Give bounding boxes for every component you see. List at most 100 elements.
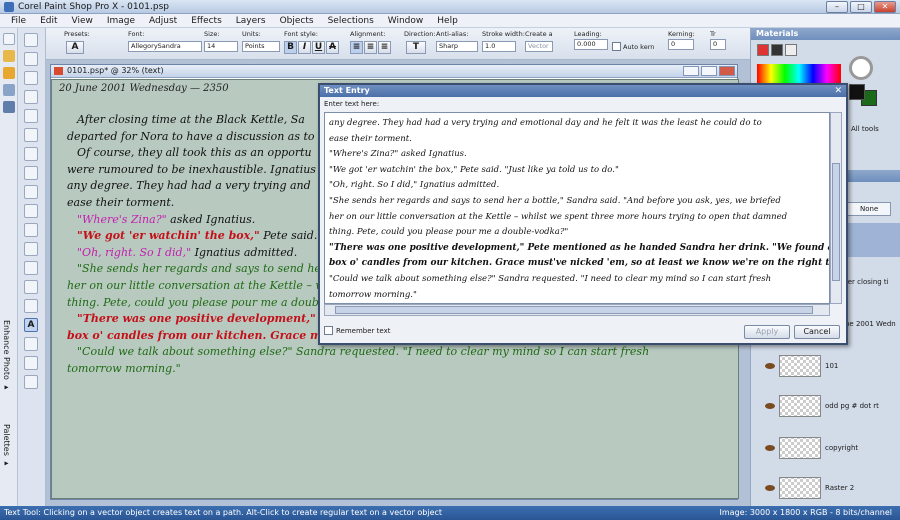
layer-row[interactable]: Raster 2 (765, 470, 900, 506)
horizontal-scroll-thumb[interactable] (335, 306, 813, 314)
presets-button[interactable]: A (66, 41, 84, 54)
pan-tool-icon[interactable] (24, 33, 38, 47)
enhance-photo-tab[interactable]: Enhance Photo ▸ (2, 320, 11, 391)
vertical-scroll-thumb[interactable] (832, 163, 840, 281)
align-left-icon[interactable]: ≡ (350, 41, 363, 54)
canvas-text-line: tomorrow morning." (67, 361, 181, 375)
menu-help[interactable]: Help (430, 16, 465, 26)
menu-adjust[interactable]: Adjust (142, 16, 184, 26)
doc-close-button[interactable] (719, 66, 735, 76)
visibility-eye-icon[interactable] (765, 485, 775, 491)
paint-brush-icon[interactable] (24, 223, 38, 237)
eraser-icon[interactable] (24, 280, 38, 294)
direction-button[interactable]: T (406, 41, 426, 54)
dodge-brush-icon[interactable] (24, 261, 38, 275)
dialog-close-icon[interactable]: ✕ (834, 85, 842, 97)
layer-blend-select[interactable]: None (847, 202, 891, 216)
layer-thumbnail (779, 437, 821, 459)
underline-button[interactable]: U (312, 41, 325, 54)
tracking-input[interactable]: 0 (710, 39, 726, 50)
text-entry-area[interactable]: any degree. They had had a very trying a… (324, 112, 830, 304)
visibility-eye-icon[interactable] (765, 445, 775, 451)
minimize-button[interactable]: – (826, 1, 848, 13)
stroke-width-input[interactable]: 1.0 (482, 41, 516, 52)
visibility-eye-icon[interactable] (765, 403, 775, 409)
layer-row[interactable]: 101 (765, 348, 900, 384)
layer-row[interactable]: odd pg # dot rt (765, 388, 900, 424)
doc-maximize-button[interactable] (701, 66, 717, 76)
remember-text-checkbox[interactable] (324, 326, 333, 335)
tools-toolbar: A (18, 28, 46, 506)
folder-icon[interactable] (3, 50, 15, 62)
rectangle-tool-icon[interactable] (24, 337, 38, 351)
no-style-icon[interactable] (849, 56, 873, 80)
status-image-info: Image: 3000 x 1800 x RGB - 8 bits/channe… (719, 508, 892, 517)
layer-row[interactable]: copyright (765, 430, 900, 466)
vertical-scrollbar[interactable] (830, 112, 842, 304)
zoom-tool-icon[interactable] (24, 52, 38, 66)
canvas-text-line: "Could we talk about something else?" Sa… (77, 345, 650, 359)
visibility-eye-icon[interactable] (765, 363, 775, 369)
browse-icon[interactable] (3, 67, 15, 79)
red-eye-icon[interactable] (24, 204, 38, 218)
app-title: Corel Paint Shop Pro X - 0101.psp (18, 1, 169, 12)
doc-minimize-button[interactable] (683, 66, 699, 76)
antialias-select[interactable]: Sharp (436, 41, 478, 52)
document-titlebar[interactable]: 0101.psp* @ 32% (text) (51, 65, 737, 78)
foreground-color-swatch[interactable] (849, 84, 865, 100)
apply-button[interactable]: Apply (744, 325, 790, 339)
size-label: Size: (204, 30, 220, 38)
menu-objects[interactable]: Objects (273, 16, 321, 26)
warp-brush-icon[interactable] (24, 375, 38, 389)
menu-effects[interactable]: Effects (184, 16, 229, 26)
menu-selections[interactable]: Selections (321, 16, 381, 26)
status-left: Text Tool: Clicking on a vector object c… (4, 508, 443, 517)
frame-tab-icon[interactable] (757, 44, 769, 56)
dialog-titlebar[interactable]: Text Entry ✕ (320, 85, 846, 97)
menu-file[interactable]: File (4, 16, 33, 26)
menu-edit[interactable]: Edit (33, 16, 64, 26)
text-tool-icon[interactable]: A (24, 318, 38, 332)
print-icon[interactable] (3, 101, 15, 113)
clone-brush-icon[interactable] (24, 242, 38, 256)
dropper-icon[interactable] (24, 185, 38, 199)
bold-button[interactable]: B (284, 41, 297, 54)
create-as-select[interactable]: Vector (525, 41, 553, 52)
crop-tool-icon[interactable] (24, 90, 38, 104)
text-entry-line: her on our little conversation at the Ke… (329, 211, 788, 222)
kerning-input[interactable]: 0 (668, 39, 694, 50)
swatch-tab-icon[interactable] (771, 44, 783, 56)
close-button[interactable]: ✕ (874, 1, 896, 13)
cancel-button[interactable]: Cancel (794, 325, 840, 339)
magic-wand-icon[interactable] (24, 166, 38, 180)
layer-thumbnail (779, 477, 821, 499)
text-entry-line: "Could we talk about something else?" Sa… (329, 273, 772, 284)
leading-input[interactable]: 0.000 (574, 39, 608, 50)
maximize-button[interactable]: □ (850, 1, 872, 13)
status-bar: Text Tool: Clicking on a vector object c… (0, 506, 900, 520)
freehand-selection-icon[interactable] (24, 147, 38, 161)
italic-button[interactable]: I (298, 41, 311, 54)
align-center-icon[interactable]: ≡ (364, 41, 377, 54)
horizontal-scrollbar[interactable] (324, 304, 830, 316)
menu-view[interactable]: View (65, 16, 100, 26)
selection-tool-icon[interactable] (24, 128, 38, 142)
size-select[interactable]: 14 (204, 41, 238, 52)
flood-fill-icon[interactable] (24, 299, 38, 313)
new-doc-icon[interactable] (3, 33, 15, 45)
font-select[interactable]: AllegorySandra (128, 41, 202, 52)
deform-tool-icon[interactable] (24, 71, 38, 85)
move-tool-icon[interactable] (24, 109, 38, 123)
palettes-tab[interactable]: Palettes ▸ (2, 424, 11, 467)
menu-window[interactable]: Window (381, 16, 431, 26)
pen-tool-icon[interactable] (24, 356, 38, 370)
antialias-label: Anti-alias: (436, 30, 469, 38)
align-right-icon[interactable]: ≡ (378, 41, 391, 54)
units-select[interactable]: Points (242, 41, 280, 52)
pattern-tab-icon[interactable] (785, 44, 797, 56)
save-icon[interactable] (3, 84, 15, 96)
auto-kern-checkbox[interactable] (612, 42, 621, 51)
menu-layers[interactable]: Layers (229, 16, 273, 26)
menu-image[interactable]: Image (100, 16, 142, 26)
strikethrough-button[interactable]: A (326, 41, 339, 54)
